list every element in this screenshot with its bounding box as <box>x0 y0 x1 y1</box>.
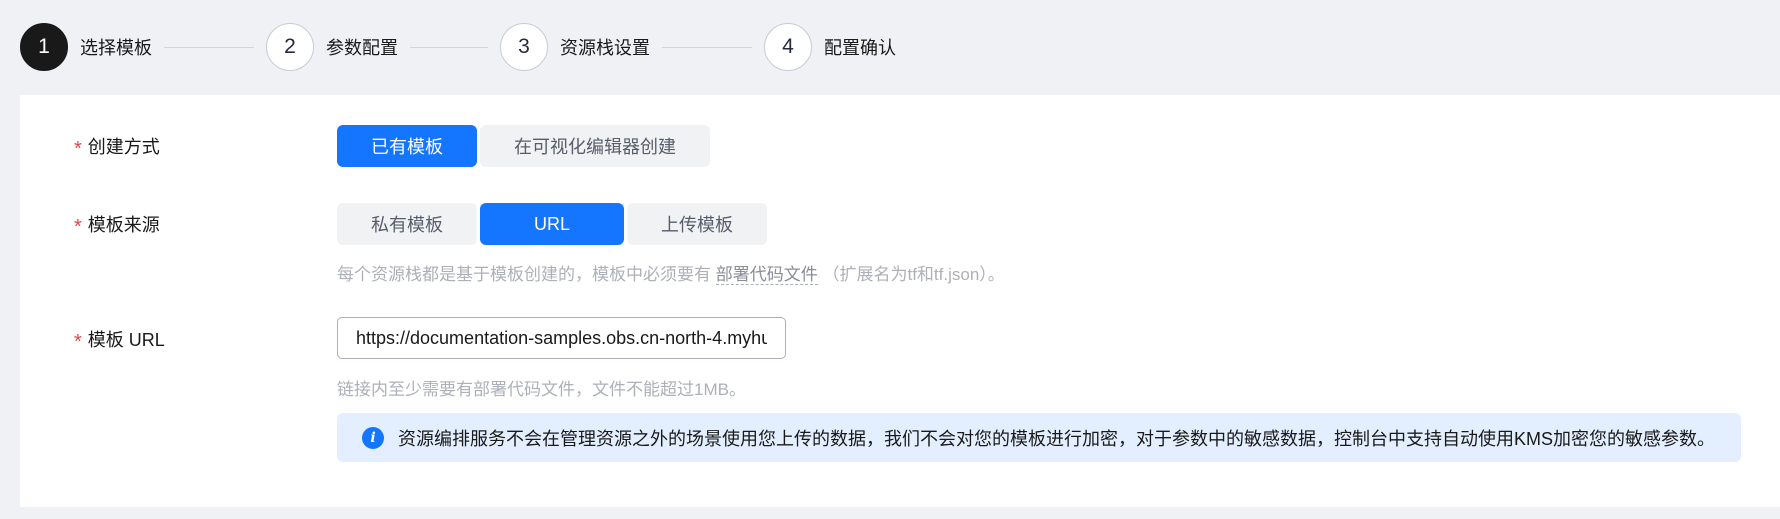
step-parameter-config[interactable]: 2 参数配置 <box>266 23 398 71</box>
info-icon: i <box>362 426 384 449</box>
hint-suffix: （扩展名为tf和tf.json）。 <box>822 265 1005 284</box>
private-template-button[interactable]: 私有模板 <box>337 203 477 245</box>
security-notice: i 资源编排服务不会在管理资源之外的场景使用您上传的数据，我们不会对您的模板进行… <box>337 413 1741 462</box>
create-method-segmented: 已有模板 在可视化编辑器创建 <box>337 125 713 167</box>
create-method-label-text: 创建方式 <box>87 137 160 157</box>
existing-template-button[interactable]: 已有模板 <box>337 125 477 167</box>
template-url-label-text: 模板 URL <box>87 330 165 350</box>
upload-template-button[interactable]: 上传模板 <box>627 203 768 245</box>
template-url-label: * 模板 URL <box>74 326 165 353</box>
step-number: 1 <box>20 23 68 71</box>
create-method-label: * 创建方式 <box>74 133 160 160</box>
step-connector <box>410 46 488 48</box>
step-number: 3 <box>500 23 548 71</box>
template-source-hint: 每个资源栈都是基于模板创建的，模板中必须要有 部署代码文件 （扩展名为tf和tf… <box>337 260 1005 285</box>
step-label: 参数配置 <box>326 38 398 58</box>
template-source-segmented: 私有模板 URL 上传模板 <box>337 203 770 245</box>
url-source-button[interactable]: URL <box>480 203 625 245</box>
step-connector <box>662 46 752 48</box>
deploy-code-file-link[interactable]: 部署代码文件 <box>715 265 818 285</box>
notice-text: 资源编排服务不会在管理资源之外的场景使用您上传的数据，我们不会对您的模板进行加密… <box>398 428 1715 449</box>
template-url-hint: 链接内至少需要有部署代码文件，文件不能超过1MB。 <box>337 380 746 399</box>
form-panel: * 创建方式 已有模板 在可视化编辑器创建 * 模板来源 私有模板 URL 上传… <box>20 95 1780 507</box>
visual-editor-button[interactable]: 在可视化编辑器创建 <box>480 125 710 167</box>
required-mark: * <box>74 215 82 238</box>
required-mark: * <box>74 330 82 353</box>
step-number: 4 <box>764 23 812 71</box>
hint-prefix: 每个资源栈都是基于模板创建的，模板中必须要有 <box>337 265 711 284</box>
step-label: 配置确认 <box>824 38 896 58</box>
template-source-label-text: 模板来源 <box>87 215 160 235</box>
required-mark: * <box>74 137 82 160</box>
template-source-label: * 模板来源 <box>74 211 160 238</box>
step-config-confirm[interactable]: 4 配置确认 <box>764 23 896 71</box>
step-stack-settings[interactable]: 3 资源栈设置 <box>500 23 650 71</box>
step-label: 选择模板 <box>80 38 152 58</box>
stepper: 1 选择模板 2 参数配置 3 资源栈设置 4 配置确认 <box>20 23 896 71</box>
step-label: 资源栈设置 <box>560 38 650 58</box>
template-url-input[interactable] <box>337 317 786 359</box>
step-select-template[interactable]: 1 选择模板 <box>20 23 152 71</box>
step-connector <box>164 46 254 48</box>
step-number: 2 <box>266 23 314 71</box>
